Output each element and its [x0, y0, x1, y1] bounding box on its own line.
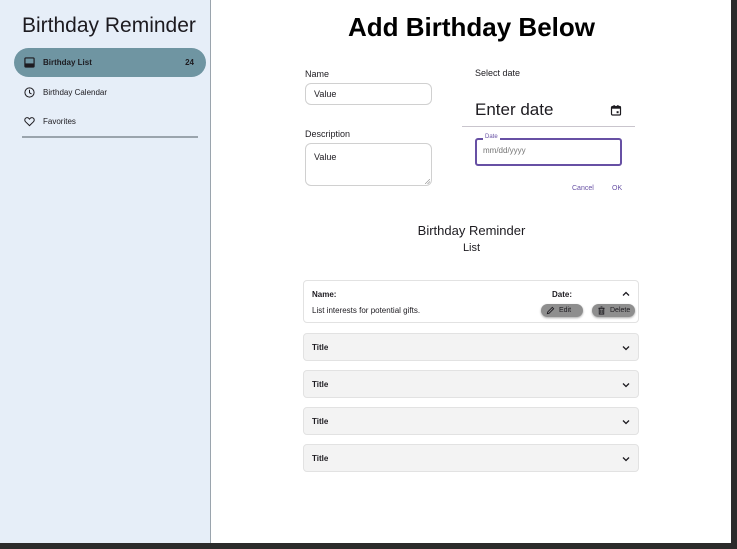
- list-subheading: List: [462, 242, 481, 254]
- list-item-expanded: Name: Date: List interests for potential…: [303, 280, 639, 323]
- chevron-down-icon[interactable]: [621, 343, 631, 353]
- resize-grip-icon[interactable]: [425, 179, 430, 184]
- sidebar-item-birthday-calendar[interactable]: Birthday Calendar: [14, 78, 206, 107]
- select-date-label: Select date: [475, 68, 521, 78]
- sidebar-item-birthday-list[interactable]: Birthday List 24: [14, 48, 206, 77]
- chevron-down-icon[interactable]: [621, 417, 631, 427]
- delete-button[interactable]: Delete: [592, 304, 635, 317]
- app-window: Birthday Reminder Birthday List 24 Birth…: [0, 0, 731, 543]
- page-title: Add Birthday Below: [347, 12, 595, 42]
- chevron-up-icon[interactable]: [621, 289, 631, 299]
- sidebar-item-favorites[interactable]: Favorites: [14, 107, 206, 136]
- sidebar-item-label: Favorites: [43, 117, 76, 126]
- list-item-title: Title: [312, 454, 329, 463]
- date-input[interactable]: [483, 146, 613, 155]
- heart-icon: [23, 116, 35, 128]
- cancel-button[interactable]: Cancel: [572, 185, 594, 192]
- sidebar-item-label: Birthday Calendar: [43, 88, 108, 97]
- date-field[interactable]: Date: [475, 134, 622, 166]
- sidebar: Birthday Reminder Birthday List 24 Birth…: [0, 0, 211, 543]
- date-picker: Select date Enter date Date Cancel OK: [462, 60, 635, 200]
- inbox-icon: [23, 57, 35, 69]
- date-field-label: Date:: [552, 290, 573, 299]
- description-field-wrapper: Value: [305, 143, 432, 186]
- trash-icon: [598, 306, 605, 315]
- sidebar-item-label: Birthday List: [43, 58, 92, 67]
- name-field-label: Name:: [312, 290, 337, 299]
- description-field[interactable]: Value: [305, 143, 432, 186]
- edit-button[interactable]: Edit: [541, 304, 583, 317]
- date-picker-headline: Enter date: [475, 100, 554, 119]
- item-description: List interests for potential gifts.: [312, 306, 421, 315]
- clock-icon: [23, 87, 35, 99]
- chevron-down-icon[interactable]: [621, 380, 631, 390]
- list-item[interactable]: Title: [303, 407, 639, 435]
- list-item-title: Title: [312, 417, 329, 426]
- date-field-label: Date: [483, 134, 500, 140]
- list-item[interactable]: Title: [303, 444, 639, 472]
- chevron-down-icon[interactable]: [621, 454, 631, 464]
- pencil-icon: [546, 306, 555, 315]
- delete-label: Delete: [610, 307, 631, 314]
- name-field[interactable]: [305, 83, 432, 105]
- count-badge: 24: [185, 58, 194, 67]
- list-heading: Birthday Reminder: [417, 223, 526, 238]
- list-item[interactable]: Title: [303, 333, 639, 361]
- edit-label: Edit: [559, 307, 572, 314]
- app-title: Birthday Reminder: [22, 14, 196, 37]
- name-label: Name: [305, 69, 330, 79]
- description-label: Description: [305, 129, 351, 139]
- calendar-icon[interactable]: [610, 104, 622, 116]
- date-picker-divider: [462, 126, 635, 127]
- ok-button[interactable]: OK: [612, 185, 622, 192]
- list-item-title: Title: [312, 380, 329, 389]
- list-item[interactable]: Title: [303, 370, 639, 398]
- list-item-title: Title: [312, 343, 329, 352]
- sidebar-divider: [22, 136, 198, 138]
